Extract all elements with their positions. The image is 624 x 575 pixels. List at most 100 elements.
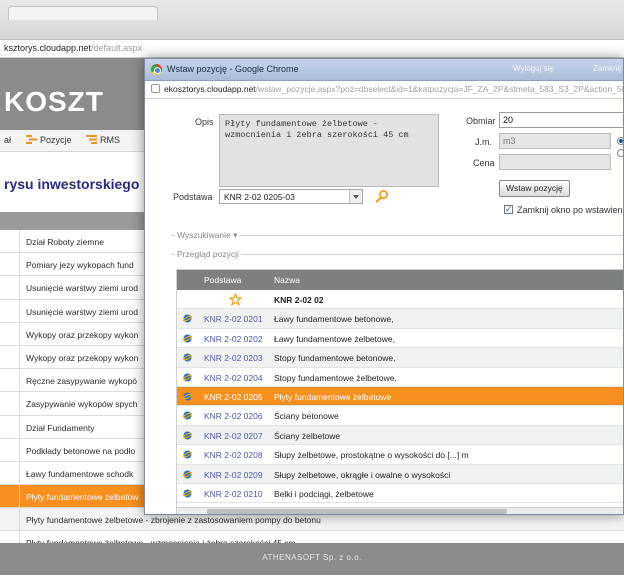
cena-input[interactable] [499,154,611,170]
grid-row-code[interactable]: KNR 2-02 0204 [204,373,263,383]
grid-row-code[interactable]: KNR 2-02 0205 [204,392,263,402]
popup-url-host: ekosztorys.cloudapp.net [164,84,256,94]
toolbar-item-pozycje[interactable]: Pozycje [26,135,72,145]
favorite-star-icon[interactable] [229,293,242,306]
insert-position-popup: Wstaw pozycję - Google Chrome Wyloguj si… [144,58,624,515]
list-item-text: Usunięcie warstwy ziemi urod [26,283,138,294]
positions-grid: Podstawa Nazwa KNR 2-02 02 KNR 2-02 0201… [176,269,623,514]
app-logo: KOSZT [4,86,104,117]
grid-row-code[interactable]: KNR 2-02 0202 [204,334,263,344]
grid-row-code[interactable]: KNR 2-02 0201 [204,314,263,324]
toolbar-item-rms[interactable]: RMS [86,135,120,145]
browse-section-label: Przegląd pozycji [175,249,241,259]
jm-label: J.m. [475,137,492,147]
grid-row-name: Ławy fundamentowe żelbetowe, [274,333,395,344]
toolbar-item-dzial[interactable]: ał [4,135,11,145]
search-icon[interactable] [375,189,389,203]
background-browser-chrome [0,0,624,40]
grid-row-code[interactable]: KNR 2-02 0208 [204,450,263,460]
table-row[interactable]: KNR 2-02 0202 Ławy fundamentowe żelbetow… [177,329,623,349]
horizontal-scrollbar[interactable] [177,507,623,514]
table-row[interactable]: KNR 2-02 0206 Ściany betonowe [177,406,623,426]
chevron-down-icon: ▾ [233,230,238,240]
list-item-text: Ławy fundamentowe schodk [26,468,134,479]
search-section-toggle[interactable]: Wyszukiwanie ▾ [175,230,240,241]
ie-icon [183,392,192,401]
list-item-text: Wykopy oraz przekopy wykon [26,352,139,363]
page-title: rysu inwestorskiego [4,176,140,192]
ie-icon [183,431,192,440]
podstawa-label: Podstawa [173,192,213,202]
background-url-host: ksztorys.cloudapp.net [4,43,92,53]
list-item-text: Usunięcie warstwy ziemi urod [26,306,138,317]
cena-label: Cena [473,158,495,168]
chevron-down-icon[interactable] [349,190,362,203]
jm-input[interactable]: m3 [499,133,611,149]
podstawa-select-value: KNR 2-02 0205-03 [224,192,295,202]
ie-icon [183,450,192,459]
ie-icon [183,334,192,343]
grid-row-name: Płyty fundamentowe żelbetowe [274,392,392,402]
positions-icon [26,135,37,144]
search-section-label: Wyszukiwanie [177,230,231,240]
logout-button[interactable]: Wyloguj się [509,63,558,76]
grid-row-code[interactable]: KNR 2-02 0210 [204,489,263,499]
background-address-bar[interactable]: ksztorys.cloudapp.net/default.aspx [0,40,624,58]
table-row[interactable]: KNR 2-02 0204 Stopy fundamentowe żelbeto… [177,368,623,387]
rms-icon [86,135,97,144]
grid-row-name: Belki i podciągi, żelbetowe [274,489,374,499]
grid-header-nazwa[interactable]: Nazwa [274,275,300,285]
grid-row-name: Słupy żelbetowe, okrągłe i owalne o wyso… [274,469,451,480]
close-window-button[interactable]: Zamknij [589,63,623,76]
table-row[interactable]: KNR 2-02 0201 Ławy fundamentowe betonowe… [177,309,623,329]
list-item-text: Dział Roboty ziemne [26,237,104,247]
obmiar-input[interactable]: 20 [499,112,623,128]
grid-header: Podstawa Nazwa [177,270,623,290]
grid-row-parent[interactable]: KNR 2-02 02 [177,290,623,310]
popup-url-path: /wstaw_pozycje.aspx?poz=dbselect&id=1&ka… [255,84,623,94]
table-row[interactable]: KNR 2-02 0210 Belki i podciągi, żelbetow… [177,484,623,504]
close-after-insert-checkbox[interactable] [504,204,513,215]
table-row[interactable]: KNR 2-02 0203 Stopy fundamentowe betonow… [177,348,623,368]
list-item-text: Pomiary jezy wykopach fund [26,260,134,271]
table-row[interactable]: KNR 2-02 0208 Słupy żelbetowe, prostokąt… [177,445,623,465]
ie-icon [183,314,192,323]
popup-titlebar[interactable]: Wstaw pozycję - Google Chrome Wyloguj si… [145,59,623,81]
toolbar-item-label: Pozycje [40,135,72,145]
toolbar-item-label: RMS [100,135,120,145]
popup-address-bar[interactable]: ekosztorys.cloudapp.net/wstaw_pozycje.as… [145,81,623,99]
podstawa-select[interactable]: KNR 2-02 0205-03 [219,189,363,204]
opis-textarea[interactable]: Płyty fundamentowe żelbetowe - wzmocnien… [219,114,439,187]
list-item-text: Płyty fundamentowe żelbetowe - zbrojenie… [26,515,321,526]
app-footer: ATHENASOFT Sp. z o.o. [0,543,624,575]
background-browser-tab[interactable] [8,6,158,20]
table-row[interactable]: KNR 2-02 0207 Ściany żelbetowe [177,425,623,446]
ie-icon [183,373,192,382]
grid-row-code[interactable]: KNR 2-02 0203 [204,353,263,363]
unit-radio-selected[interactable] [617,137,623,145]
grid-header-podstawa[interactable]: Podstawa [204,275,241,285]
grid-row-name: Ściany betonowe [274,411,339,422]
table-row-selected[interactable]: KNR 2-02 0205 Płyty fundamentowe żelbeto… [177,387,623,407]
list-item-text: Ręczne zasypywanie wykopó [26,376,138,387]
list-item-text: Dział Fundamenty [26,422,95,433]
popup-title: Wstaw pozycję - Google Chrome [167,64,299,74]
table-row[interactable]: KNR 2-02 0209 Słupy żelbetowe, okrągłe i… [177,464,623,484]
background-url-path: /default.aspx [91,43,143,53]
toolbar-item-label: ał [4,135,12,145]
unit-radio[interactable] [617,149,623,157]
grid-row-name: Stopy fundamentowe żelbetowe, [274,372,397,383]
ie-icon [183,353,192,362]
grid-row-name: Stopy fundamentowe betonowe, [274,353,396,364]
scrollbar-thumb[interactable] [207,509,507,514]
obmiar-label: Obmiar [466,116,496,126]
insert-position-button[interactable]: Wstaw pozycję [499,180,570,197]
close-after-insert-label: Zamknij okno po wstawieniu [517,205,624,215]
grid-row-name: KNR 2-02 02 [274,295,324,305]
grid-row-code[interactable]: KNR 2-02 0207 [204,431,263,441]
grid-row-name: Ściany żelbetowe [274,430,341,441]
grid-row-code[interactable]: KNR 2-02 0209 [204,470,263,480]
list-item-text: Płyty fundamentowe żelbetow [26,492,139,503]
opis-label: Opis [195,117,214,127]
grid-row-code[interactable]: KNR 2-02 0206 [204,411,263,421]
